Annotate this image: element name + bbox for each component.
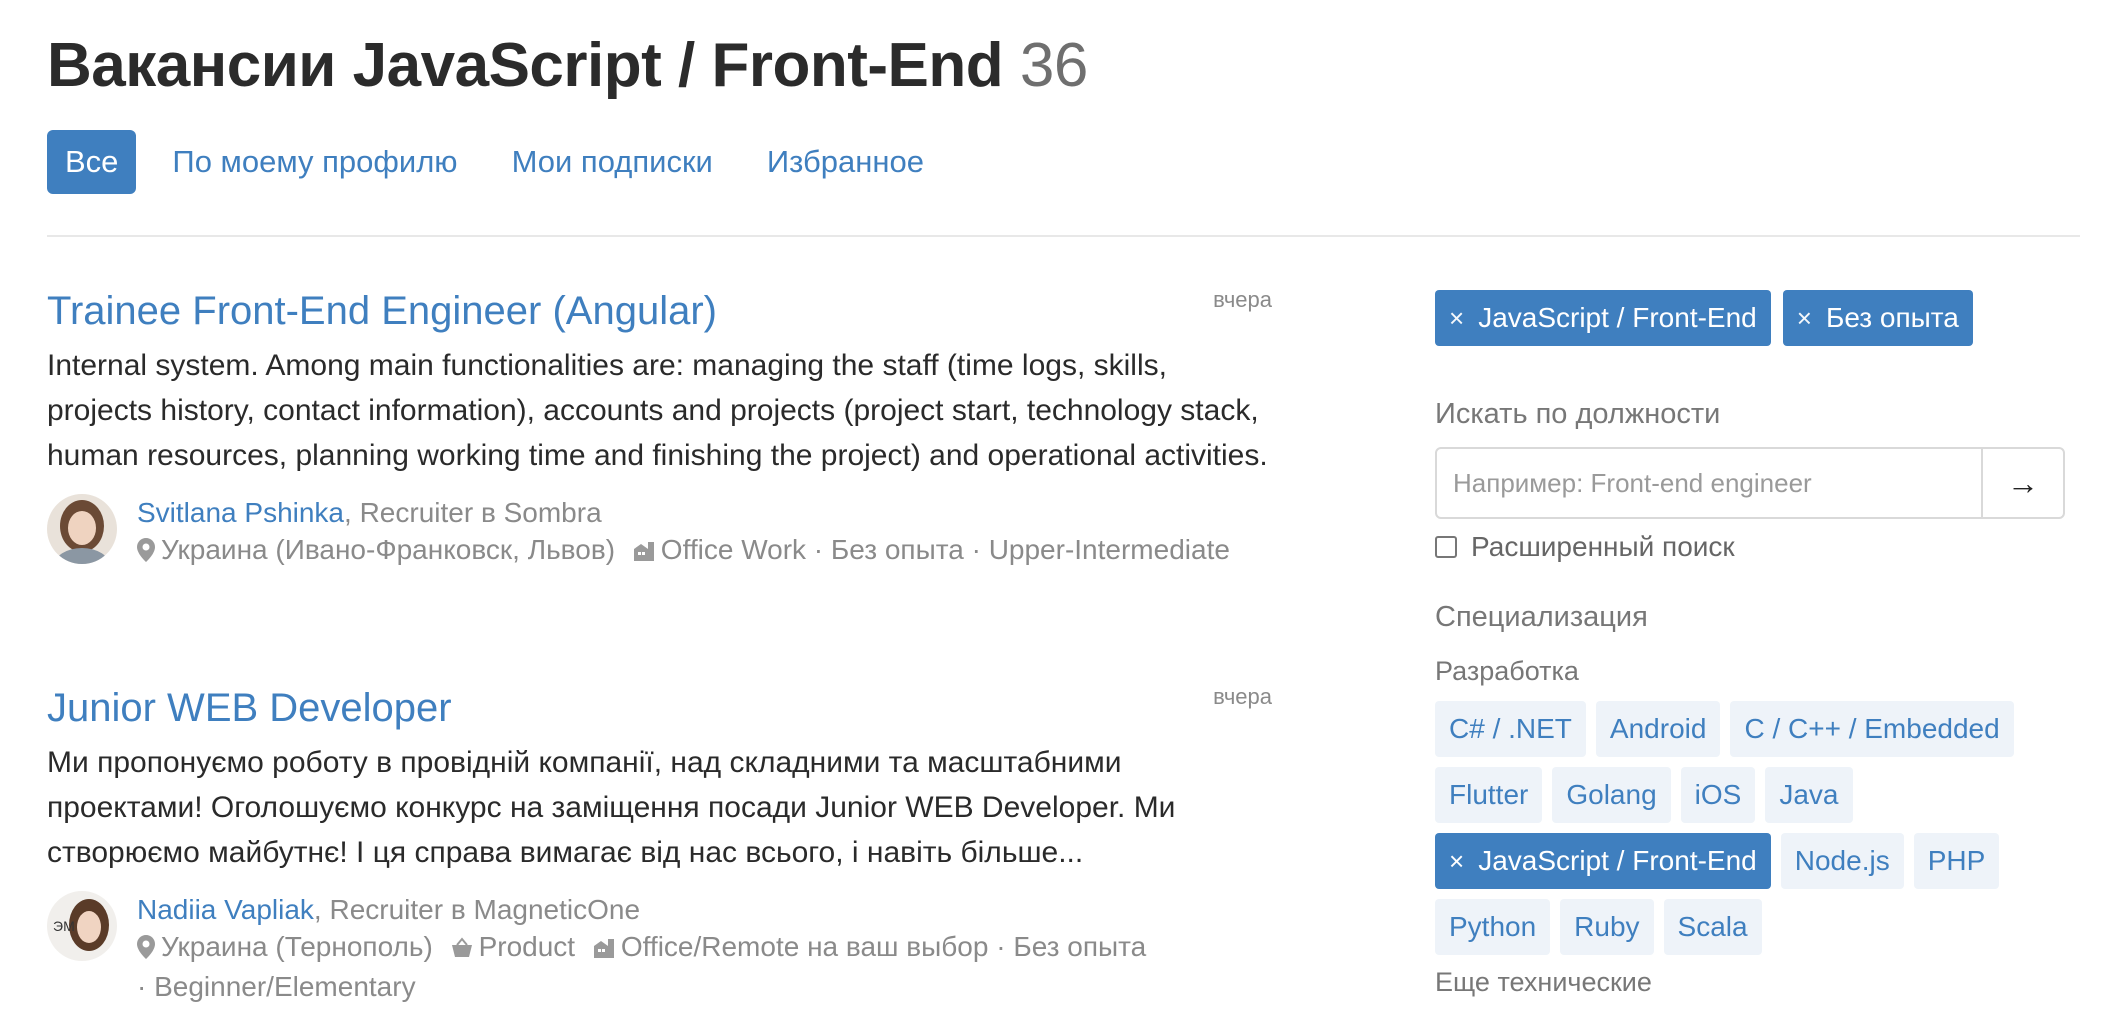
filters-sidebar: × JavaScript / Front-End × Без опыта Иск… <box>1435 290 2075 998</box>
filter-tabs: Все По моему профилю Мои подписки Избран… <box>47 130 960 194</box>
office-building-icon <box>633 534 655 571</box>
vacancy-description: Ми пропонуємо роботу в провідній компані… <box>47 746 1176 869</box>
more-technical-label[interactable]: Еще технические <box>1435 967 2075 998</box>
vacancy-details-continued: · Beginner/Elementary <box>137 971 416 1002</box>
recruiter-role: , Recruiter в MagneticOne <box>313 894 641 925</box>
specialization-label: Специализация <box>1435 601 1648 633</box>
active-filters: × JavaScript / Front-End × Без опыта <box>1435 290 2075 346</box>
tag-ruby[interactable]: Ruby <box>1560 899 1654 955</box>
vacancy-work-type: Office Work <box>660 534 807 565</box>
vacancy-item: Trainee Front-End Engineer (Angular) вче… <box>47 283 1272 574</box>
advanced-search-checkbox[interactable] <box>1435 536 1457 558</box>
development-tags: C# / .NET Android C / C++ / Embedded Flu… <box>1435 701 2075 955</box>
vacancy-description: Internal system. Among main functionalit… <box>47 349 1268 472</box>
vacancy-meta: Svitlana Pshinka, Recruiter в Sombra Укр… <box>47 494 1272 574</box>
development-label: Разработка <box>1435 656 1579 686</box>
active-filter-chip[interactable]: × JavaScript / Front-End <box>1435 290 1771 346</box>
tab-my-subscriptions[interactable]: Мои подписки <box>494 130 731 194</box>
advanced-search-toggle[interactable]: Расширенный поиск <box>1435 531 2075 563</box>
tab-favorites[interactable]: Избранное <box>749 130 942 194</box>
avatar-text: ЭМ <box>53 918 75 934</box>
vacancy-title-link[interactable]: Trainee Front-End Engineer (Angular) <box>47 283 717 339</box>
page-title: Вакансии JavaScript / Front-End 36 <box>47 30 1088 101</box>
tag-android[interactable]: Android <box>1595 701 1721 757</box>
tag-java[interactable]: Java <box>1765 767 1853 823</box>
vacancy-location: Украина (Тернополь) <box>161 931 433 962</box>
tag-csharp-dotnet[interactable]: C# / .NET <box>1435 701 1586 757</box>
remove-filter-icon[interactable]: × <box>1797 290 1812 346</box>
tag-php[interactable]: PHP <box>1913 833 2000 889</box>
active-filter-chip[interactable]: × Без опыта <box>1782 290 1973 346</box>
tab-all[interactable]: Все <box>47 130 137 194</box>
vacancy-item: Junior WEB Developer вчера Ми пропонуємо… <box>47 680 1272 1002</box>
tab-my-profile[interactable]: По моему профилю <box>154 130 475 194</box>
tag-javascript-frontend[interactable]: × JavaScript / Front-End <box>1435 833 1771 889</box>
search-box: → <box>1435 447 2065 519</box>
remove-filter-icon[interactable]: × <box>1449 290 1464 346</box>
page-title-text: Вакансии JavaScript / Front-End <box>47 31 1004 100</box>
company-type: Product <box>478 931 576 962</box>
recruiter-avatar[interactable] <box>47 494 117 564</box>
page: Вакансии JavaScript / Front-End 36 Все П… <box>0 0 2106 1026</box>
tag-ios[interactable]: iOS <box>1680 767 1756 823</box>
vacancy-count: 36 <box>1019 31 1088 100</box>
vacancy-details: · Без опыта · Upper-Intermediate <box>806 534 1230 565</box>
tag-python[interactable]: Python <box>1435 899 1551 955</box>
vacancy-meta: ЭМ Nadiia Vapliak, Recruiter в MagneticO… <box>47 891 1272 1002</box>
tag-golang[interactable]: Golang <box>1552 767 1671 823</box>
recruiter-role: , Recruiter в Sombra <box>344 497 602 528</box>
search-submit-button[interactable]: → <box>1981 449 2063 517</box>
recruiter-name-link[interactable]: Nadiia Vapliak <box>137 894 314 925</box>
vacancy-work-type: Office/Remote на ваш выбор <box>620 931 989 962</box>
header-divider <box>47 235 2080 237</box>
tag-flutter[interactable]: Flutter <box>1435 767 1543 823</box>
vacancy-details: · Без опыта <box>988 931 1147 962</box>
location-pin-icon <box>137 534 155 571</box>
active-filter-label: JavaScript / Front-End <box>1478 302 1757 333</box>
advanced-search-label: Расширенный поиск <box>1471 531 1735 562</box>
recruiter-avatar[interactable]: ЭМ <box>47 891 117 961</box>
vacancy-location: Украина (Ивано-Франковск, Львов) <box>161 534 616 565</box>
tag-nodejs[interactable]: Node.js <box>1780 833 1904 889</box>
position-search-input[interactable] <box>1437 449 1981 517</box>
vacancy-date: вчера <box>1213 684 1272 709</box>
active-filter-label: Без опыта <box>1825 302 1959 333</box>
recruiter-info: Svitlana Pshinka, Recruiter в Sombra Укр… <box>137 494 1230 571</box>
basket-icon <box>451 931 473 968</box>
office-building-icon <box>593 931 615 968</box>
remove-filter-icon[interactable]: × <box>1449 833 1464 889</box>
recruiter-name-link[interactable]: Svitlana Pshinka <box>137 497 344 528</box>
location-pin-icon <box>137 931 155 968</box>
tag-c-cpp-embedded[interactable]: C / C++ / Embedded <box>1730 701 2014 757</box>
search-label: Искать по должности <box>1435 398 1721 430</box>
vacancy-title-link[interactable]: Junior WEB Developer <box>47 680 452 736</box>
vacancy-date: вчера <box>1213 287 1272 312</box>
recruiter-info: Nadiia Vapliak, Recruiter в MagneticOne … <box>137 891 1146 1005</box>
tag-label: JavaScript / Front-End <box>1478 845 1757 876</box>
tag-scala[interactable]: Scala <box>1663 899 1762 955</box>
